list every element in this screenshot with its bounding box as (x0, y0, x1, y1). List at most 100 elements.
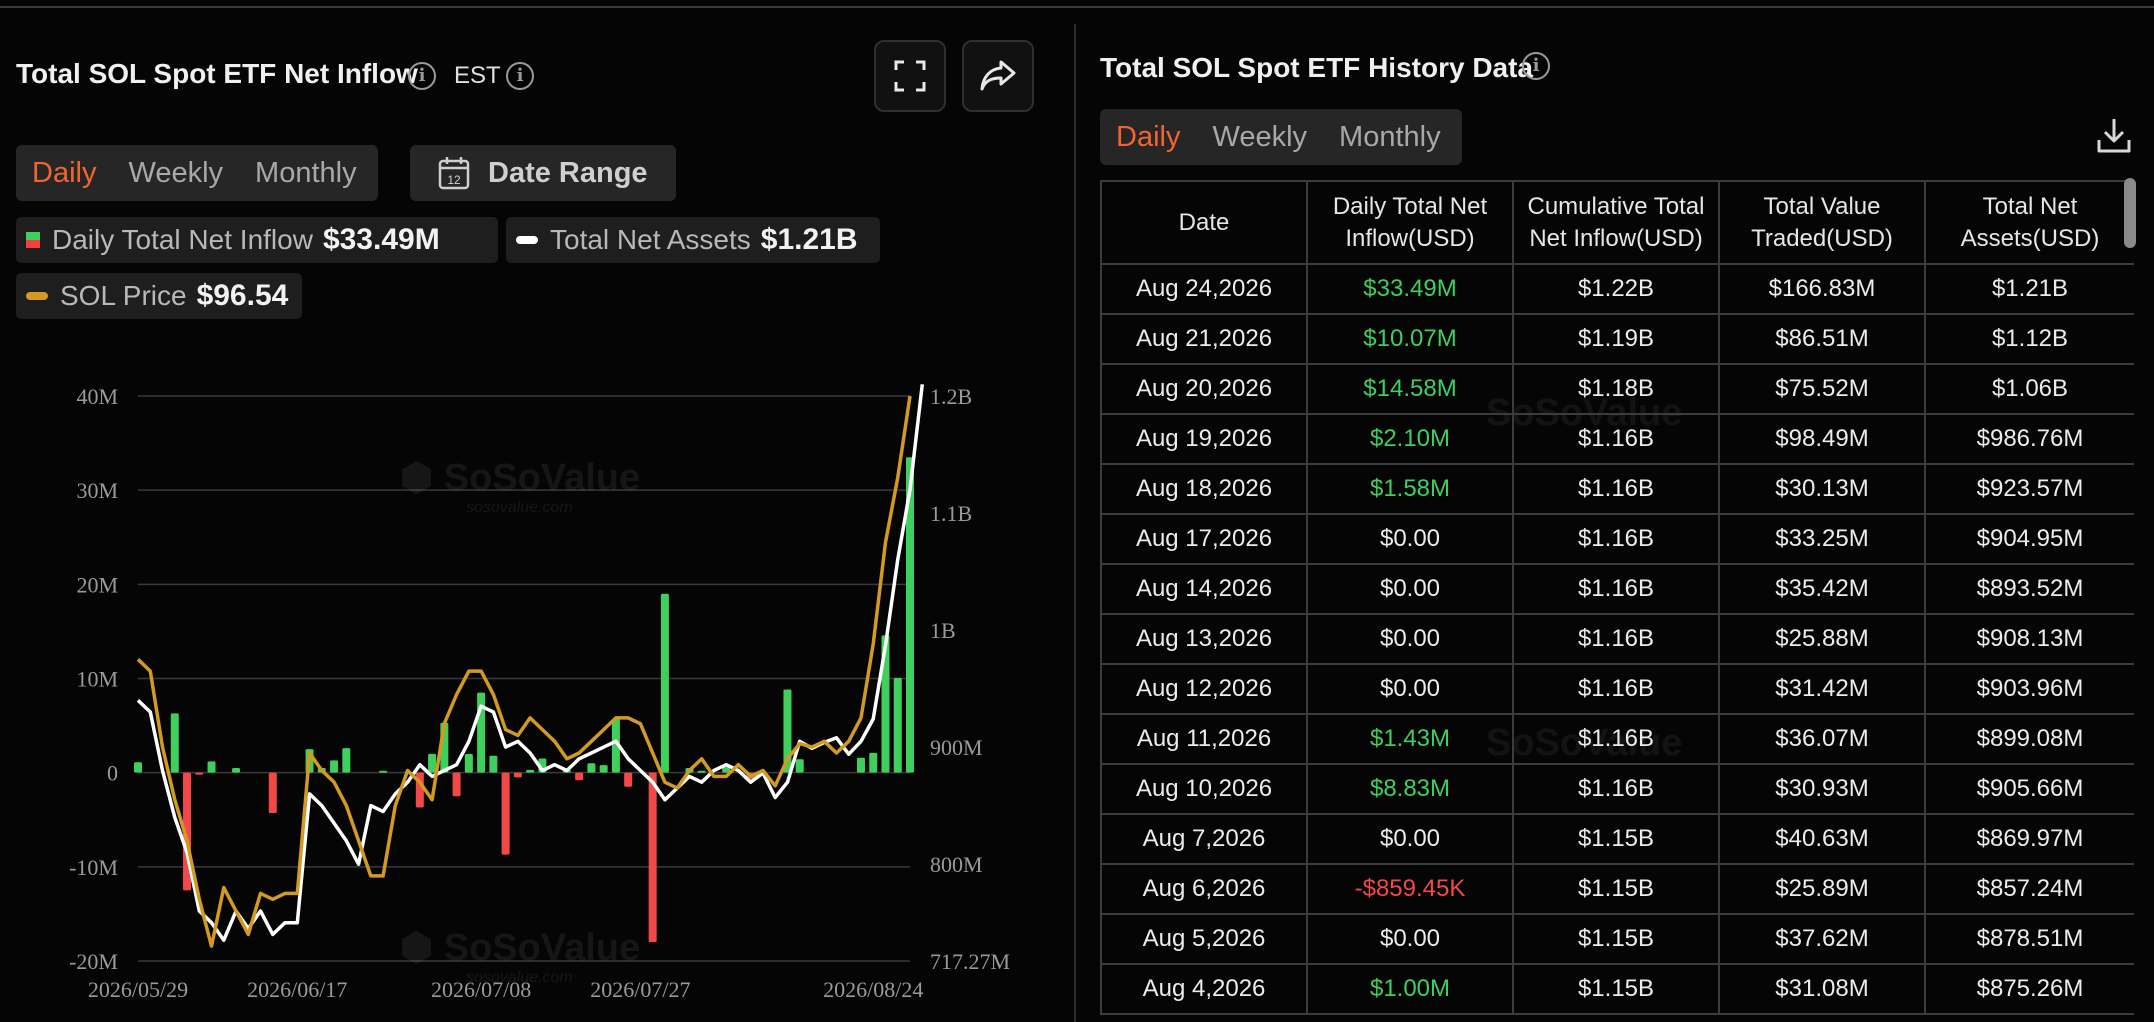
column-header-daily-inflow[interactable]: Daily Total Net Inflow(USD) (1306, 182, 1514, 265)
inflow-bar (330, 760, 339, 773)
legend-sol-price[interactable]: SOL Price $96.54 (16, 273, 302, 319)
column-header-date[interactable]: Date (1100, 182, 1308, 265)
panel-divider (1074, 24, 1076, 1022)
cell-date: Aug 20,2026 (1100, 363, 1308, 415)
cell-daily-inflow: $33.49M (1306, 263, 1514, 315)
column-header-net-assets[interactable]: Total Net Assets(USD) (1924, 182, 2134, 265)
cell-cumulative-inflow: $1.22B (1512, 263, 1720, 315)
inflow-bar (195, 772, 204, 775)
legend-label: Daily Total Net Inflow (52, 224, 313, 255)
inflow-bar (869, 752, 878, 773)
download-button[interactable] (2096, 116, 2132, 159)
cell-daily-inflow: $0.00 (1306, 513, 1514, 565)
cell-cumulative-inflow: $1.15B (1512, 963, 1720, 1015)
inflow-bar (428, 753, 437, 773)
cell-net-assets: $878.51M (1924, 913, 2134, 965)
y-left-tick-label: 20M (76, 572, 118, 597)
net-inflow-chart[interactable]: 40M 30M 20M 10M 0 -10M -20M 1.2B 1.1B 1B 900M 800M 7… (0, 360, 1074, 1022)
cell-date: Aug 12,2026 (1100, 663, 1308, 715)
y-left-tick-label: 10M (76, 667, 118, 692)
cell-value-traded: $37.62M (1718, 913, 1926, 965)
inflow-bar (452, 772, 461, 797)
share-button[interactable] (962, 40, 1034, 112)
table-row[interactable]: Aug 17,2026 $0.00 $1.16B $33.25M $904.95M (1100, 513, 2134, 565)
cell-cumulative-inflow: $1.16B (1512, 613, 1720, 665)
table-row[interactable]: Aug 12,2026 $0.00 $1.16B $31.42M $903.96M (1100, 663, 2134, 715)
inflow-bar (660, 593, 669, 773)
cell-cumulative-inflow: $1.15B (1512, 913, 1720, 965)
cell-daily-inflow: $8.83M (1306, 763, 1514, 815)
table-row[interactable]: Aug 24,2026 $33.49M $1.22B $166.83M $1.21B (1100, 263, 2134, 315)
expand-button[interactable] (874, 40, 946, 112)
x-tick-label: 2026/07/27 (590, 977, 690, 1002)
cell-value-traded: $75.52M (1718, 363, 1926, 415)
table-row[interactable]: Aug 6,2026 -$859.45K $1.15B $25.89M $857.24M (1100, 863, 2134, 915)
tab-daily[interactable]: Daily (1100, 121, 1196, 154)
download-icon (2097, 119, 2131, 153)
cell-date: Aug 19,2026 (1100, 413, 1308, 465)
column-header-cumulative-inflow[interactable]: Cumulative Total Net Inflow(USD) (1512, 182, 1720, 265)
net-inflow-panel: Total SOL Spot ETF Net Inflow i EST i Da… (0, 0, 1074, 1022)
info-icon[interactable]: i (1522, 52, 1550, 80)
table-row[interactable]: Aug 19,2026 $2.10M $1.16B $98.49M $986.76M (1100, 413, 2134, 465)
date-range-button[interactable]: 12 Date Range (410, 145, 676, 201)
cell-date: Aug 11,2026 (1100, 713, 1308, 765)
y-left-tick-label: 0 (107, 761, 118, 786)
table-row[interactable]: Aug 7,2026 $0.00 $1.15B $40.63M $869.97M (1100, 813, 2134, 865)
cell-daily-inflow: $0.00 (1306, 663, 1514, 715)
cell-cumulative-inflow: $1.15B (1512, 813, 1720, 865)
cell-cumulative-inflow: $1.16B (1512, 563, 1720, 615)
table-scrollbar[interactable] (2124, 178, 2136, 248)
legend-swatch (516, 236, 538, 244)
cell-net-assets: $986.76M (1924, 413, 2134, 465)
tab-weekly[interactable]: Weekly (112, 157, 239, 190)
cell-net-assets: $905.66M (1924, 763, 2134, 815)
legend-total-net-assets[interactable]: Total Net Assets $1.21B (506, 217, 880, 263)
cell-cumulative-inflow: $1.16B (1512, 463, 1720, 515)
cell-daily-inflow: $1.58M (1306, 463, 1514, 515)
watermark-sub: sosovalue.com (466, 499, 573, 516)
table-row[interactable]: Aug 10,2026 $8.83M $1.16B $30.93M $905.66M (1100, 763, 2134, 815)
y-right-tick-label: 717.27M (930, 949, 1010, 974)
tab-monthly[interactable]: Monthly (239, 157, 373, 190)
tab-weekly[interactable]: Weekly (1196, 121, 1323, 154)
tab-monthly[interactable]: Monthly (1323, 121, 1457, 154)
table-row[interactable]: Aug 21,2026 $10.07M $1.19B $86.51M $1.12B (1100, 313, 2134, 365)
table-row[interactable]: Aug 20,2026 $14.58M $1.18B $75.52M $1.06B (1100, 363, 2134, 415)
cell-net-assets: $923.57M (1924, 463, 2134, 515)
watermark: ⬢ SoSoValue (400, 927, 640, 969)
cell-net-assets: $1.21B (1924, 263, 2134, 315)
info-icon[interactable]: i (506, 62, 534, 90)
tab-daily[interactable]: Daily (16, 157, 112, 190)
inflow-bar (893, 677, 902, 773)
table-row[interactable]: Aug 5,2026 $0.00 $1.15B $37.62M $878.51M (1100, 913, 2134, 965)
cell-cumulative-inflow: $1.16B (1512, 413, 1720, 465)
cell-date: Aug 5,2026 (1100, 913, 1308, 965)
y-left-tick-label: -20M (69, 949, 118, 974)
cell-net-assets: $875.26M (1924, 963, 2134, 1015)
legend-value: $33.49M (322, 223, 440, 256)
table-row[interactable]: Aug 4,2026 $1.00M $1.15B $31.08M $875.26M (1100, 963, 2134, 1015)
table-row[interactable]: Aug 13,2026 $0.00 $1.16B $25.88M $908.13M (1100, 613, 2134, 665)
y-left-tick-label: 40M (76, 384, 118, 409)
table-row[interactable]: Aug 14,2026 $0.00 $1.16B $35.42M $893.52M (1100, 563, 2134, 615)
legend-daily-net-inflow[interactable]: Daily Total Net Inflow $33.49M (16, 217, 498, 263)
calendar-icon: 12 (438, 157, 470, 190)
right-period-tabs: Daily Weekly Monthly (1100, 109, 1462, 165)
cell-cumulative-inflow: $1.16B (1512, 713, 1720, 765)
cell-date: Aug 6,2026 (1100, 863, 1308, 915)
cell-net-assets: $903.96M (1924, 663, 2134, 715)
cell-cumulative-inflow: $1.16B (1512, 513, 1720, 565)
history-table: Date Daily Total Net Inflow(USD) Cumulat… (1100, 180, 2134, 1022)
cell-cumulative-inflow: $1.19B (1512, 313, 1720, 365)
info-icon[interactable]: i (408, 62, 436, 90)
cell-date: Aug 18,2026 (1100, 463, 1308, 515)
column-header-value-traded[interactable]: Total Value Traded(USD) (1718, 182, 1926, 265)
cell-net-assets: $1.12B (1924, 313, 2134, 365)
timezone-label: EST (454, 62, 501, 89)
legend-label: Total Net Assets (550, 224, 751, 255)
inflow-bar (464, 753, 473, 773)
table-row[interactable]: Aug 18,2026 $1.58M $1.16B $30.13M $923.57M (1100, 463, 2134, 515)
table-row[interactable]: Aug 11,2026 $1.43M $1.16B $36.07M $899.08M (1100, 713, 2134, 765)
x-tick-label: 2026/07/08 (431, 977, 531, 1002)
